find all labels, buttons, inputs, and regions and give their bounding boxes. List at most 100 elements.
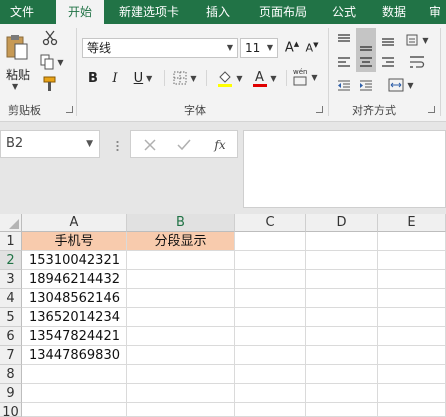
cell-b1[interactable]: 分段显示 xyxy=(127,232,235,251)
formula-input[interactable] xyxy=(243,130,446,208)
cell-d1[interactable] xyxy=(306,232,378,251)
tab-insert[interactable]: 插入 xyxy=(196,0,240,24)
font-name-combo[interactable]: 等线 ▼ xyxy=(82,38,238,58)
font-size-dropdown-arrow[interactable]: ▼ xyxy=(267,39,273,57)
font-size-combo[interactable]: 11 ▼ xyxy=(240,38,278,58)
cell-d3[interactable] xyxy=(306,270,378,289)
cell-e4[interactable] xyxy=(378,289,446,308)
tab-review[interactable]: 审 xyxy=(424,0,446,24)
cell-e9[interactable] xyxy=(378,384,446,403)
alignment-dialog-launcher[interactable] xyxy=(428,106,435,113)
select-all-button[interactable] xyxy=(0,214,22,232)
font-dialog-launcher[interactable] xyxy=(316,106,323,113)
cell-c10[interactable] xyxy=(235,403,306,417)
row-header-5[interactable]: 5 xyxy=(0,308,22,327)
cell-e8[interactable] xyxy=(378,365,446,384)
cell-a2[interactable]: 15310042321 xyxy=(22,251,127,270)
row-header-10[interactable]: 10 xyxy=(0,403,22,417)
row-header-7[interactable]: 7 xyxy=(0,346,22,365)
orientation-button[interactable]: ▼ xyxy=(402,30,432,50)
cell-a9[interactable] xyxy=(22,384,127,403)
cell-a1[interactable]: 手机号 xyxy=(22,232,127,251)
cell-c1[interactable] xyxy=(235,232,306,251)
wrap-text-button[interactable] xyxy=(406,52,428,72)
cell-c9[interactable] xyxy=(235,384,306,403)
borders-dropdown-arrow[interactable]: ▼ xyxy=(190,74,196,83)
tab-file[interactable]: 文件 xyxy=(0,0,44,24)
row-header-8[interactable]: 8 xyxy=(0,365,22,384)
cell-a5[interactable]: 13652014234 xyxy=(22,308,127,327)
cell-c8[interactable] xyxy=(235,365,306,384)
cut-button[interactable] xyxy=(40,28,60,48)
cell-b6[interactable] xyxy=(127,327,235,346)
cell-b2[interactable] xyxy=(127,251,235,270)
merge-dropdown-arrow[interactable]: ▼ xyxy=(407,81,413,90)
cell-a10[interactable] xyxy=(22,403,127,417)
cell-d8[interactable] xyxy=(306,365,378,384)
cell-c2[interactable] xyxy=(235,251,306,270)
align-left-button[interactable] xyxy=(334,52,354,72)
tab-data[interactable]: 数据 xyxy=(372,0,416,24)
cell-d2[interactable] xyxy=(306,251,378,270)
font-color-button[interactable]: A ▼ xyxy=(250,66,280,90)
cell-a8[interactable] xyxy=(22,365,127,384)
tab-formulas[interactable]: 公式 xyxy=(324,0,364,24)
increase-font-size-button[interactable]: A▲ xyxy=(284,38,300,58)
cell-a6[interactable]: 13547824421 xyxy=(22,327,127,346)
column-header-d[interactable]: D xyxy=(306,214,378,232)
fill-color-button[interactable]: ▼ xyxy=(214,66,246,90)
cell-a4[interactable]: 13048562146 xyxy=(22,289,127,308)
cell-b9[interactable] xyxy=(127,384,235,403)
cell-b8[interactable] xyxy=(127,365,235,384)
column-header-a[interactable]: A xyxy=(22,214,127,232)
row-header-2[interactable]: 2 xyxy=(0,251,22,270)
increase-indent-button[interactable] xyxy=(356,76,376,96)
bottom-align-button[interactable] xyxy=(378,30,398,50)
row-header-1[interactable]: 1 xyxy=(0,232,22,251)
name-box[interactable]: B2 ▼ xyxy=(0,130,100,158)
paste-button[interactable] xyxy=(4,32,30,62)
font-color-dropdown-arrow[interactable]: ▼ xyxy=(270,74,276,83)
borders-button[interactable]: ▼ xyxy=(170,68,200,88)
underline-button[interactable]: U ▼ xyxy=(128,68,158,88)
cell-e5[interactable] xyxy=(378,308,446,327)
cell-b7[interactable] xyxy=(127,346,235,365)
top-align-button[interactable] xyxy=(334,30,354,50)
tab-page-layout[interactable]: 页面布局 xyxy=(250,0,316,24)
cell-d10[interactable] xyxy=(306,403,378,417)
tab-new-tab[interactable]: 新建选项卡 xyxy=(110,0,188,24)
copy-button[interactable]: ▼ xyxy=(40,52,64,72)
decrease-indent-button[interactable] xyxy=(334,76,354,96)
phonetic-guide-button[interactable]: wén ▼ xyxy=(290,64,320,90)
row-header-4[interactable]: 4 xyxy=(0,289,22,308)
column-header-e[interactable]: E xyxy=(378,214,446,232)
decrease-font-size-button[interactable]: A▼ xyxy=(304,38,320,58)
cell-d7[interactable] xyxy=(306,346,378,365)
paste-label[interactable]: 粘贴 xyxy=(6,66,30,83)
cell-e7[interactable] xyxy=(378,346,446,365)
cell-c5[interactable] xyxy=(235,308,306,327)
cancel-entry-button[interactable] xyxy=(139,135,161,155)
cell-b4[interactable] xyxy=(127,289,235,308)
row-header-9[interactable]: 9 xyxy=(0,384,22,403)
cell-e2[interactable] xyxy=(378,251,446,270)
phonetic-dropdown-arrow[interactable]: ▼ xyxy=(311,73,317,82)
cell-b3[interactable] xyxy=(127,270,235,289)
cell-d5[interactable] xyxy=(306,308,378,327)
italic-button[interactable]: I xyxy=(106,68,124,88)
cell-e1[interactable] xyxy=(378,232,446,251)
cell-d9[interactable] xyxy=(306,384,378,403)
cell-c6[interactable] xyxy=(235,327,306,346)
enter-button[interactable] xyxy=(173,135,195,155)
cell-e6[interactable] xyxy=(378,327,446,346)
cell-b10[interactable] xyxy=(127,403,235,417)
column-header-b[interactable]: B xyxy=(127,214,235,232)
underline-dropdown-arrow[interactable]: ▼ xyxy=(146,74,152,83)
cell-c3[interactable] xyxy=(235,270,306,289)
cell-a3[interactable]: 18946214432 xyxy=(22,270,127,289)
cell-d4[interactable] xyxy=(306,289,378,308)
align-center-button[interactable] xyxy=(356,52,376,72)
name-box-dropdown-arrow[interactable]: ▼ xyxy=(86,131,93,157)
insert-function-button[interactable]: fx xyxy=(207,135,233,155)
fill-color-dropdown-arrow[interactable]: ▼ xyxy=(236,74,242,83)
